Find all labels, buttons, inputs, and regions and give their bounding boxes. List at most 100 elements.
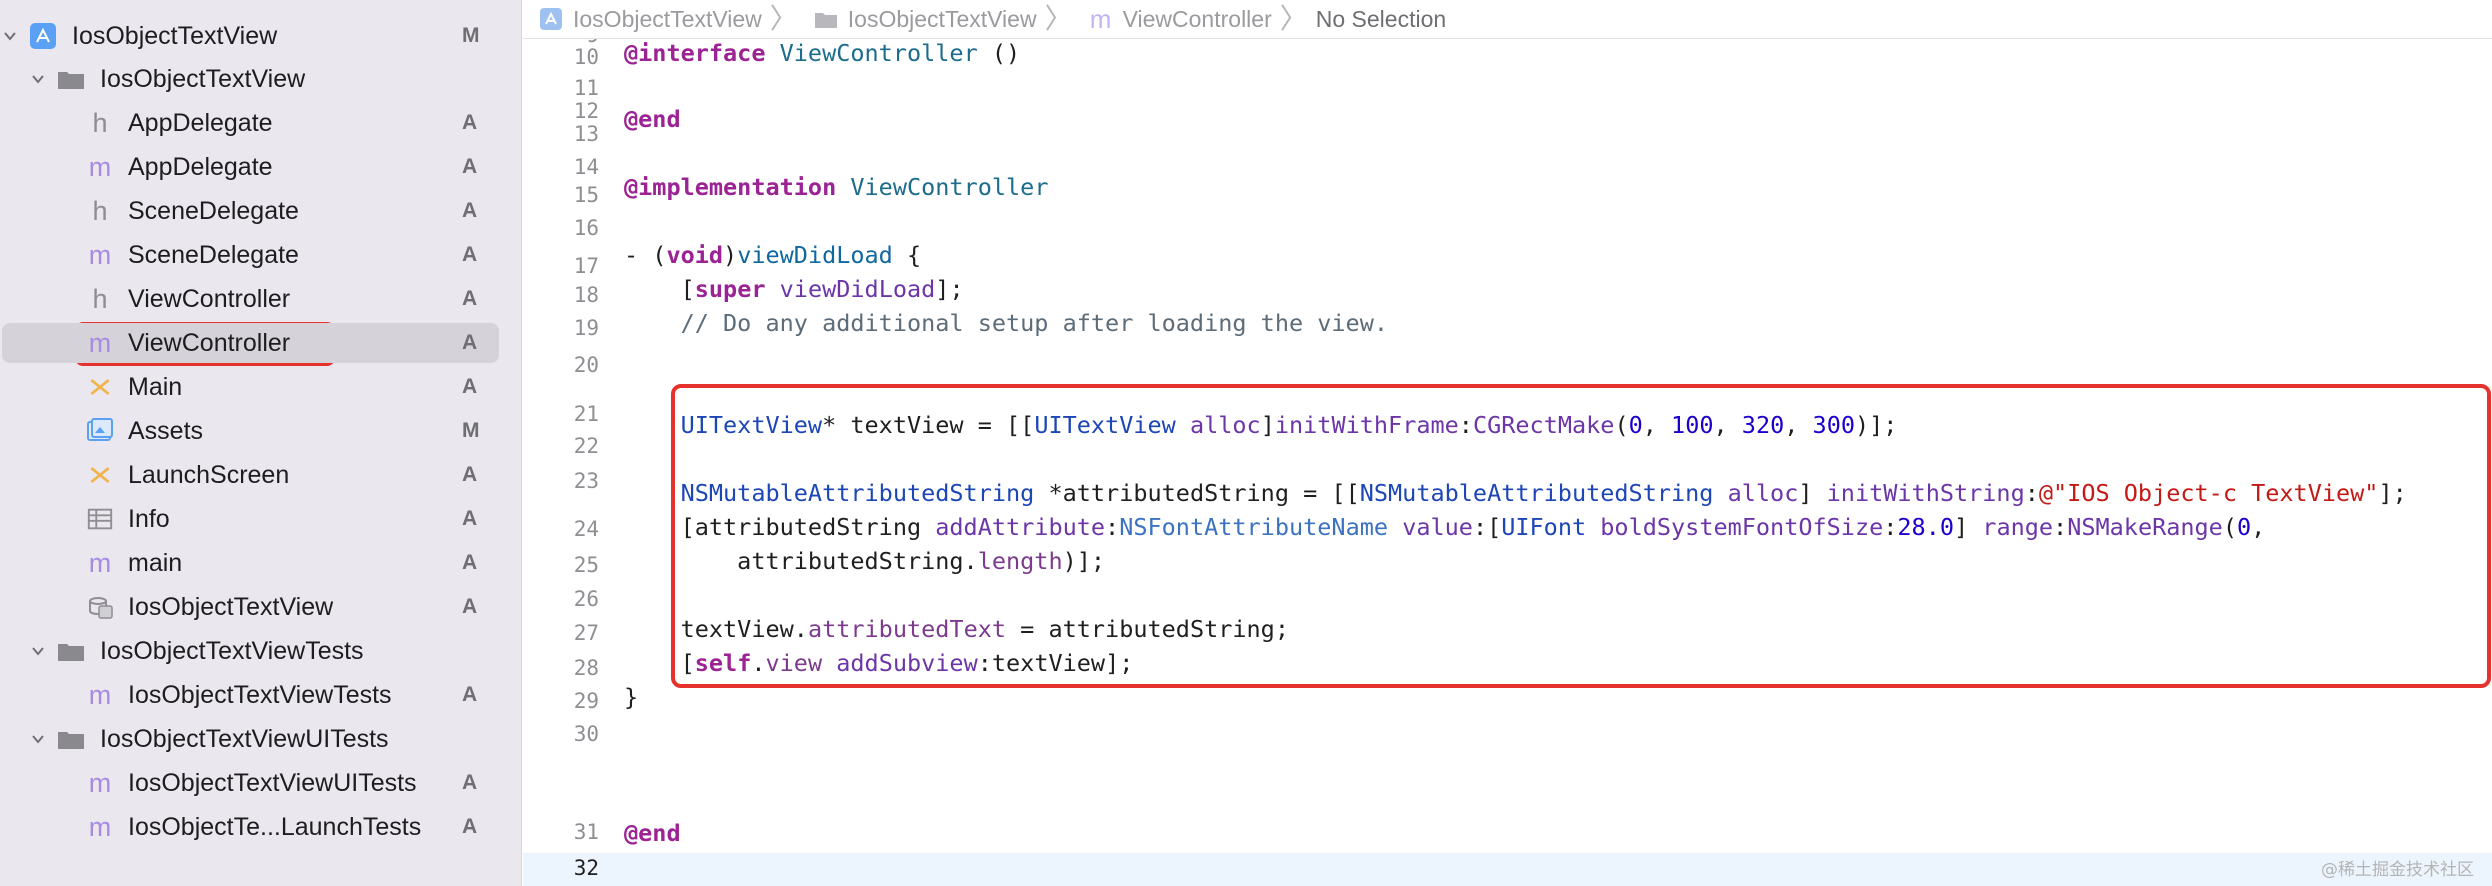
- line-number: 25: [573, 553, 599, 577]
- chevron-down-icon[interactable]: [28, 641, 48, 661]
- objc-file-icon: m: [1089, 3, 1112, 34]
- code-line[interactable]: @end: [624, 819, 681, 847]
- breadcrumb-separator: 〉: [769, 3, 798, 34]
- nav-row-label: main: [128, 549, 183, 577]
- code-line[interactable]: @end: [624, 105, 681, 133]
- folder-icon: [56, 64, 86, 94]
- nav-row-group[interactable]: IosObjectTextView: [0, 59, 522, 99]
- code-line[interactable]: NSMutableAttributedString *attributedStr…: [624, 479, 2407, 507]
- nav-row-file[interactable]: m IosObjectTextViewUITests A: [0, 763, 522, 803]
- nav-row-label: ViewController: [128, 285, 291, 313]
- breadcrumb-no-selection[interactable]: No Selection: [1316, 6, 1446, 33]
- nav-row-file[interactable]: IosObjectTextView A: [0, 587, 522, 627]
- scm-status: A: [462, 155, 478, 178]
- header-file-icon: h: [92, 283, 108, 314]
- line-number: 31: [573, 820, 599, 844]
- nav-row-group[interactable]: IosObjectTextViewUITests: [0, 719, 522, 759]
- xcode-project-icon: [28, 21, 58, 51]
- breadcrumb-project[interactable]: IosObjectTextView: [539, 6, 762, 33]
- nav-row-label: IosObjectTe...LaunchTests: [128, 813, 422, 841]
- code-line[interactable]: UITextView* textView = [[UITextView allo…: [624, 411, 1898, 439]
- nav-row-file[interactable]: m SceneDelegate A: [0, 235, 522, 275]
- nav-row-label: AppDelegate: [128, 109, 273, 137]
- code-line[interactable]: }: [624, 683, 638, 711]
- nav-row-file[interactable]: Info A: [0, 499, 522, 539]
- line-number: 28: [573, 656, 599, 680]
- breadcrumb-file[interactable]: m ViewController: [1089, 3, 1272, 34]
- code-line[interactable]: attributedString.length)];: [624, 547, 1105, 575]
- nav-row-label: IosObjectTextViewUITests: [100, 725, 389, 753]
- code-line[interactable]: textView.attributedText = attributedStri…: [624, 615, 1289, 643]
- code-line[interactable]: [super viewDidLoad];: [624, 275, 964, 303]
- nav-row-label: Main: [128, 373, 183, 401]
- line-number: 12: [573, 99, 599, 123]
- nav-row-label: LaunchScreen: [128, 461, 290, 489]
- scm-status: A: [462, 375, 478, 398]
- nav-row-file[interactable]: h SceneDelegate A: [0, 191, 522, 231]
- nav-row-label: IosObjectTextViewTests: [100, 637, 364, 665]
- folder-icon: [56, 636, 86, 666]
- chevron-down-icon[interactable]: [0, 26, 20, 46]
- nav-row-file[interactable]: m IosObjectTextViewTests A: [0, 675, 522, 715]
- line-number: 13: [573, 122, 599, 146]
- code-line[interactable]: @implementation ViewController: [624, 173, 1048, 201]
- nav-row-label: Assets: [128, 417, 204, 445]
- scm-status: M: [462, 419, 480, 442]
- current-line-highlight: [523, 853, 2492, 886]
- objc-file-icon: m: [88, 679, 112, 710]
- nav-row-label: AppDelegate: [128, 153, 273, 181]
- code-line[interactable]: [self.view addSubview:textView];: [624, 649, 1134, 677]
- line-number: 19: [573, 316, 599, 340]
- breadcrumb-group[interactable]: IosObjectTextView: [814, 6, 1037, 33]
- line-number: 23: [573, 469, 599, 493]
- scm-status: A: [462, 507, 478, 530]
- nav-row-file-selected[interactable]: m ViewController A: [0, 323, 522, 363]
- line-number: 17: [573, 254, 599, 278]
- chevron-down-icon[interactable]: [28, 69, 48, 89]
- code-line[interactable]: // Do any additional setup after loading…: [624, 309, 1388, 337]
- folder-icon: [56, 724, 86, 754]
- nav-row-label: Info: [128, 505, 170, 533]
- objc-file-icon: m: [88, 151, 112, 182]
- breadcrumb-label: IosObjectTextView: [573, 5, 762, 32]
- objc-file-icon: m: [88, 327, 112, 358]
- data-model-icon: [85, 592, 115, 622]
- nav-row-label: IosObjectTextViewTests: [128, 681, 392, 709]
- line-number: 18: [573, 283, 599, 307]
- code-line[interactable]: [attributedString addAttribute:NSFontAtt…: [624, 513, 2266, 541]
- scm-status: A: [462, 771, 478, 794]
- scm-status: M: [462, 24, 480, 47]
- line-number: 21: [573, 402, 599, 426]
- nav-row-file[interactable]: h ViewController A: [0, 279, 522, 319]
- nav-row-file[interactable]: m AppDelegate A: [0, 147, 522, 187]
- line-number: 15: [573, 183, 599, 207]
- nav-row-project[interactable]: IosObjectTextView M: [0, 16, 522, 56]
- line-number-current: 32: [573, 856, 599, 880]
- nav-row-label: IosObjectTextView: [100, 65, 306, 93]
- line-number: 24: [573, 517, 599, 541]
- nav-row-label: IosObjectTextView: [72, 22, 278, 50]
- nav-row-group[interactable]: IosObjectTextViewTests: [0, 631, 522, 671]
- nav-row-file[interactable]: LaunchScreen A: [0, 455, 522, 495]
- nav-row-file[interactable]: Main A: [0, 367, 522, 407]
- asset-catalog-icon: [85, 416, 115, 446]
- scm-status: A: [462, 463, 478, 486]
- objc-file-icon: m: [88, 547, 112, 578]
- code-line[interactable]: - (void)viewDidLoad {: [624, 241, 921, 269]
- source-editor[interactable]: 9 10 11 12 13 14 15 16 17 18 19 20 21 22…: [523, 39, 2492, 886]
- line-number: 16: [573, 216, 599, 240]
- nav-row-file[interactable]: Assets M: [0, 411, 522, 451]
- watermark: @稀土掘金技术社区: [2321, 860, 2474, 880]
- nav-row-file[interactable]: m IosObjectTe...LaunchTests A: [0, 807, 522, 847]
- code-line[interactable]: @interface ViewController (): [624, 39, 1020, 67]
- nav-row-label: ViewController: [128, 329, 291, 357]
- header-file-icon: h: [92, 195, 108, 226]
- chevron-down-icon[interactable]: [28, 729, 48, 749]
- scm-status: A: [462, 551, 478, 574]
- nav-row-file[interactable]: h AppDelegate A: [0, 103, 522, 143]
- nav-row-file[interactable]: m main A: [0, 543, 522, 583]
- breadcrumb-label: ViewController: [1122, 5, 1272, 32]
- breadcrumb-label: IosObjectTextView: [847, 5, 1037, 32]
- line-number: 29: [573, 689, 599, 713]
- line-number: 27: [573, 621, 599, 645]
